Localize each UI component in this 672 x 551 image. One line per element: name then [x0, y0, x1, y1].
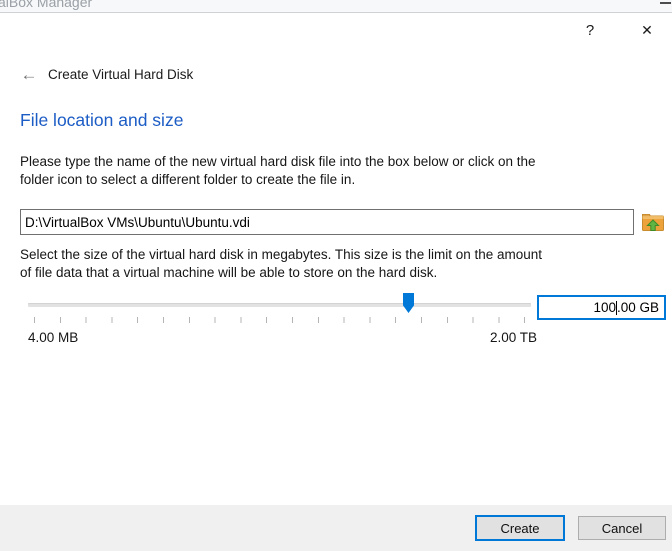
close-icon[interactable]: ✕ [632, 16, 662, 44]
slider-min-label: 4.00 MB [28, 330, 79, 345]
size-value-fraction: .00 GB [616, 300, 659, 315]
back-arrow-icon[interactable]: ← [16, 64, 42, 86]
cancel-button[interactable]: Cancel [578, 516, 666, 540]
slider-ticks [34, 317, 527, 323]
file-location-description: Please type the name of the new virtual … [20, 154, 536, 187]
file-path-input[interactable] [20, 209, 634, 235]
slider-max-label: 2.00 TB [489, 330, 537, 345]
dialog-footer: Create Cancel [0, 505, 672, 551]
help-button[interactable]: ? [575, 16, 605, 44]
slider-handle-icon[interactable] [403, 293, 414, 313]
dialog-header: ← Create Virtual Hard Disk [0, 62, 672, 88]
dialog-title: Create Virtual Hard Disk [48, 67, 194, 82]
size-value-field[interactable]: 100 .00 GB [537, 295, 666, 320]
page-title: File location and size [20, 110, 184, 130]
background-window-titlebar: alBox Manager [0, 0, 672, 13]
choose-folder-button[interactable] [640, 209, 666, 235]
background-window-title: alBox Manager [0, 0, 93, 10]
slider-groove[interactable] [28, 303, 531, 307]
create-button[interactable]: Create [475, 515, 565, 541]
folder-icon [642, 214, 664, 231]
slider-scale-labels: 4.00 MB 2.00 TB [28, 330, 537, 345]
size-description: Select the size of the virtual hard disk… [20, 247, 543, 280]
create-virtual-hard-disk-dialog: ? ✕ ← Create Virtual Hard Disk File loca… [0, 14, 672, 551]
size-value-integer: 100 [593, 300, 616, 315]
background-minimize-icon [660, 2, 671, 4]
